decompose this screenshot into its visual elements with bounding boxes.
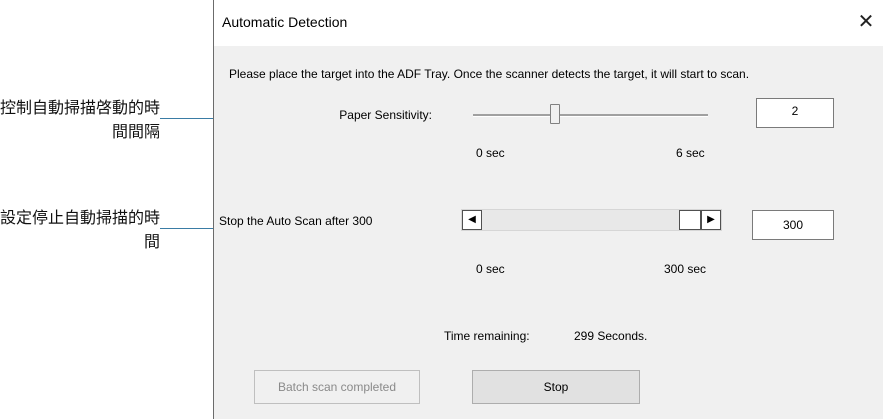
annotation-auto-scan: 設定停止自動掃描的時間 bbox=[0, 208, 161, 251]
title-bar: Automatic Detection ✕ bbox=[214, 0, 883, 46]
scroll-right-icon[interactable]: ▶ bbox=[701, 210, 721, 230]
sensitivity-min-label: 0 sec bbox=[476, 146, 505, 160]
scroll-left-icon[interactable]: ◀ bbox=[462, 210, 482, 230]
dialog-title: Automatic Detection bbox=[222, 14, 348, 30]
annotation-leader-line bbox=[160, 228, 216, 229]
sensitivity-value-field[interactable]: 2 bbox=[756, 98, 834, 128]
close-icon[interactable]: ✕ bbox=[854, 10, 878, 34]
stop-button[interactable]: Stop bbox=[472, 370, 640, 404]
batch-scan-completed-button[interactable]: Batch scan completed bbox=[254, 370, 420, 404]
scrollbar-thumb[interactable] bbox=[679, 210, 701, 230]
auto-scan-value-field[interactable]: 300 bbox=[752, 210, 834, 240]
time-remaining-value: 299 Seconds. bbox=[574, 329, 648, 343]
auto-scan-min-label: 0 sec bbox=[476, 262, 505, 276]
sensitivity-slider-thumb[interactable] bbox=[550, 104, 560, 130]
auto-scan-label: Stop the Auto Scan after 300 bbox=[219, 214, 373, 228]
screen: 控制自動掃描啓動的時間間隔 設定停止自動掃描的時間 Automatic Dete… bbox=[0, 0, 883, 419]
instructions-text: Please place the target into the ADF Tra… bbox=[229, 67, 750, 81]
paper-sensitivity-label: Paper Sensitivity: bbox=[339, 108, 432, 122]
automatic-detection-dialog: Automatic Detection ✕ Please place the t… bbox=[213, 0, 883, 419]
annotation-sensitivity: 控制自動掃描啓動的時間間隔 bbox=[0, 98, 161, 141]
auto-scan-max-label: 300 sec bbox=[664, 262, 707, 276]
auto-scan-scrollbar[interactable]: ◀ ▶ bbox=[461, 209, 722, 231]
sensitivity-slider-track[interactable] bbox=[473, 114, 708, 117]
time-remaining-label: Time remaining: bbox=[444, 329, 530, 343]
sensitivity-max-label: 6 sec bbox=[676, 146, 705, 160]
